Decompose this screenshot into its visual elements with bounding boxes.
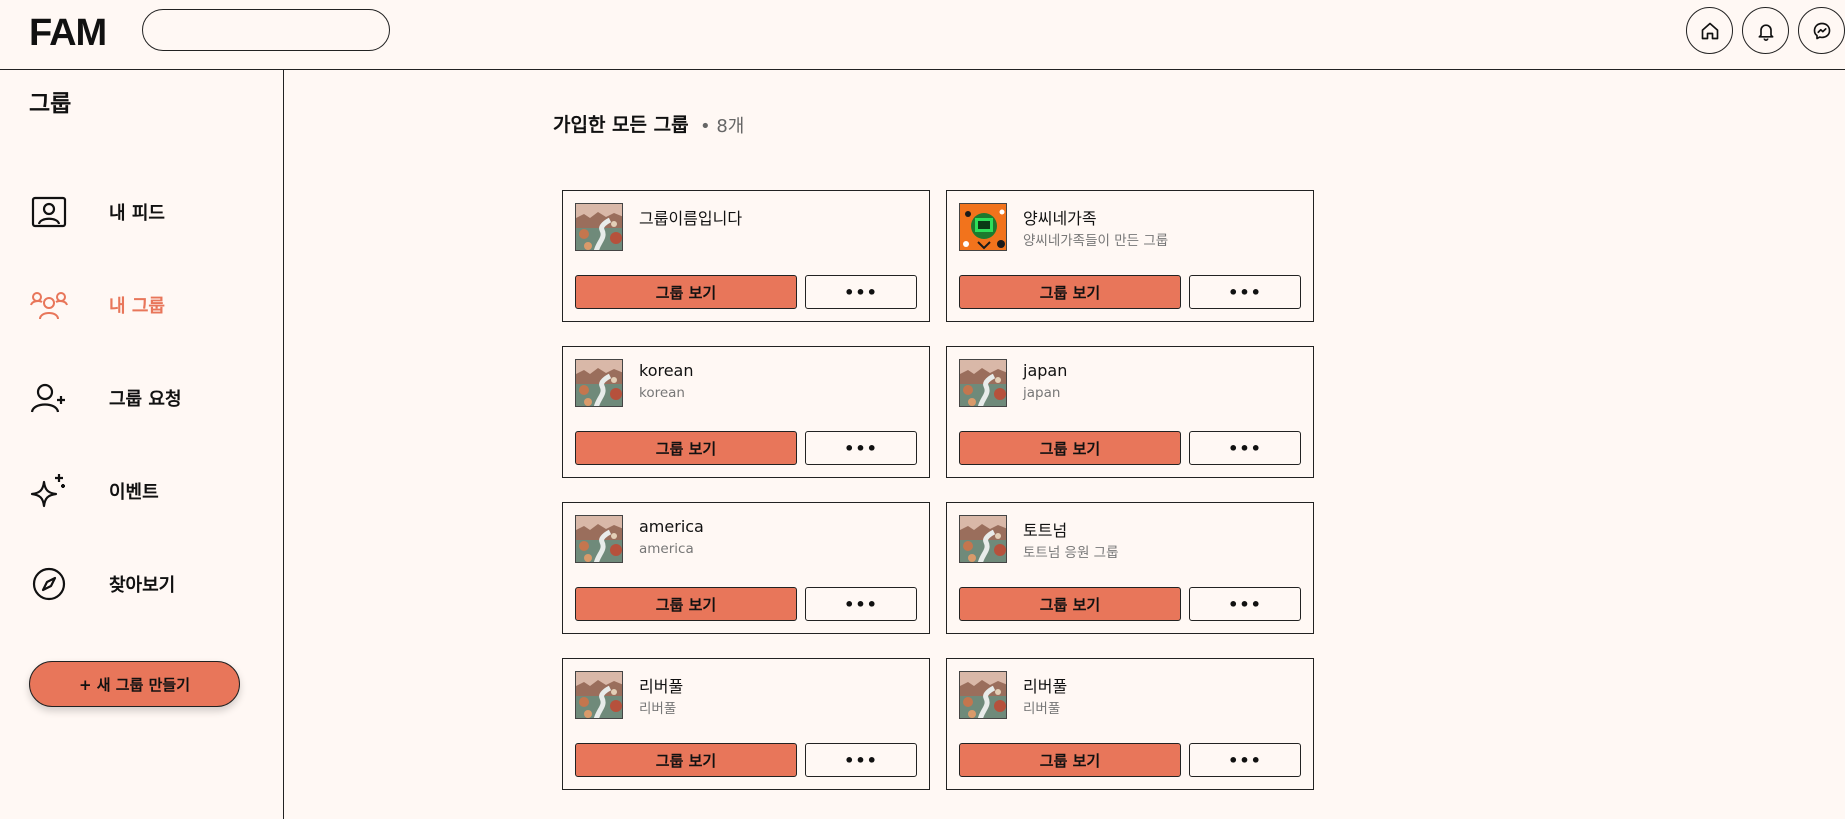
group-description: 리버풀 [1023,701,1061,717]
home-button[interactable] [1686,7,1733,54]
group-description: japan [1023,385,1061,401]
sidebar-item-group-requests[interactable]: 그룹 요청 [29,376,259,420]
sparkle-icon [29,471,69,511]
view-group-button[interactable]: 그룹 보기 [575,431,797,465]
view-group-button[interactable]: 그룹 보기 [959,275,1181,309]
view-group-button[interactable]: 그룹 보기 [575,587,797,621]
profile-frame-icon [29,192,69,232]
group-card: japan japan 그룹 보기 ••• [946,346,1314,478]
sidebar-item-my-feed[interactable]: 내 피드 [29,190,259,234]
group-card: 리버풀 리버풀 그룹 보기 ••• [946,658,1314,790]
group-description: 양씨네가족들이 만든 그룹 [1023,233,1169,249]
sidebar-item-my-groups[interactable]: 내 그룹 [29,283,259,327]
sidebar-title: 그룹 [29,91,72,117]
group-thumbnail[interactable] [959,515,1007,563]
group-card: 양씨네가족양씨네가족들이 만든 그룹그룹 보기 ••• [946,190,1314,322]
group-thumbnail[interactable] [575,203,623,251]
group-name: korean [639,361,694,380]
more-options-button[interactable]: ••• [805,743,917,777]
messenger-button[interactable] [1798,7,1845,54]
sidebar-item-label: 이벤트 [109,482,159,503]
group-card: korean korean 그룹 보기 ••• [562,346,930,478]
more-options-button[interactable]: ••• [1189,275,1301,309]
group-name: 리버풀 [1023,677,1068,696]
group-name: america [639,517,704,536]
sidebar: 그룹 내 피드 내 그룹 그룹 요청 이벤트 찾아보기 + 새 그룹 만들기 [0,70,284,819]
group-thumbnail[interactable] [959,203,1007,251]
group-name: japan [1023,361,1068,380]
create-group-button[interactable]: + 새 그룹 만들기 [29,661,240,707]
sidebar-item-label: 그룹 요청 [109,389,182,410]
group-name: 토트넘 [1023,521,1068,540]
group-description: 리버풀 [639,701,677,717]
sidebar-item-events[interactable]: 이벤트 [29,469,259,513]
top-header: FAM [0,0,1845,70]
view-group-button[interactable]: 그룹 보기 [575,743,797,777]
user-add-icon [29,378,69,418]
notification-button[interactable] [1742,7,1789,54]
group-card: 그룹이름입니다그룹 보기 ••• [562,190,930,322]
view-group-button[interactable]: 그룹 보기 [959,743,1181,777]
group-card: 리버풀 리버풀 그룹 보기 ••• [562,658,930,790]
people-group-icon [29,285,69,325]
more-options-button[interactable]: ••• [1189,431,1301,465]
group-count: • 8개 [700,116,745,137]
sidebar-item-label: 내 그룹 [109,296,165,317]
more-options-button[interactable]: ••• [1189,587,1301,621]
group-description: 토트넘 응원 그룹 [1023,545,1119,561]
compass-icon [29,564,69,604]
group-thumbnail[interactable] [575,671,623,719]
search-input[interactable] [142,9,390,51]
app-logo[interactable]: FAM [29,12,107,55]
sidebar-item-explore[interactable]: 찾아보기 [29,562,259,606]
group-description: america [639,541,694,557]
group-thumbnail[interactable] [959,359,1007,407]
sidebar-item-label: 내 피드 [109,203,165,224]
group-name: 리버풀 [639,677,684,696]
bell-icon [1758,23,1773,41]
group-description: korean [639,385,685,401]
group-card: 토트넘토트넘 응원 그룹그룹 보기 ••• [946,502,1314,634]
group-thumbnail[interactable] [959,671,1007,719]
group-name: 그룹이름입니다 [639,209,743,228]
page-title: 가입한 모든 그룹 [553,114,689,136]
group-thumbnail[interactable] [575,515,623,563]
group-name: 양씨네가족 [1023,209,1097,228]
home-icon [1701,22,1718,39]
view-group-button[interactable]: 그룹 보기 [959,587,1181,621]
more-options-button[interactable]: ••• [805,275,917,309]
more-options-button[interactable]: ••• [1189,743,1301,777]
view-group-button[interactable]: 그룹 보기 [959,431,1181,465]
messenger-icon [1813,22,1830,39]
group-thumbnail[interactable] [575,359,623,407]
group-card: america america 그룹 보기 ••• [562,502,930,634]
more-options-button[interactable]: ••• [805,587,917,621]
more-options-button[interactable]: ••• [805,431,917,465]
sidebar-item-label: 찾아보기 [109,575,176,596]
view-group-button[interactable]: 그룹 보기 [575,275,797,309]
